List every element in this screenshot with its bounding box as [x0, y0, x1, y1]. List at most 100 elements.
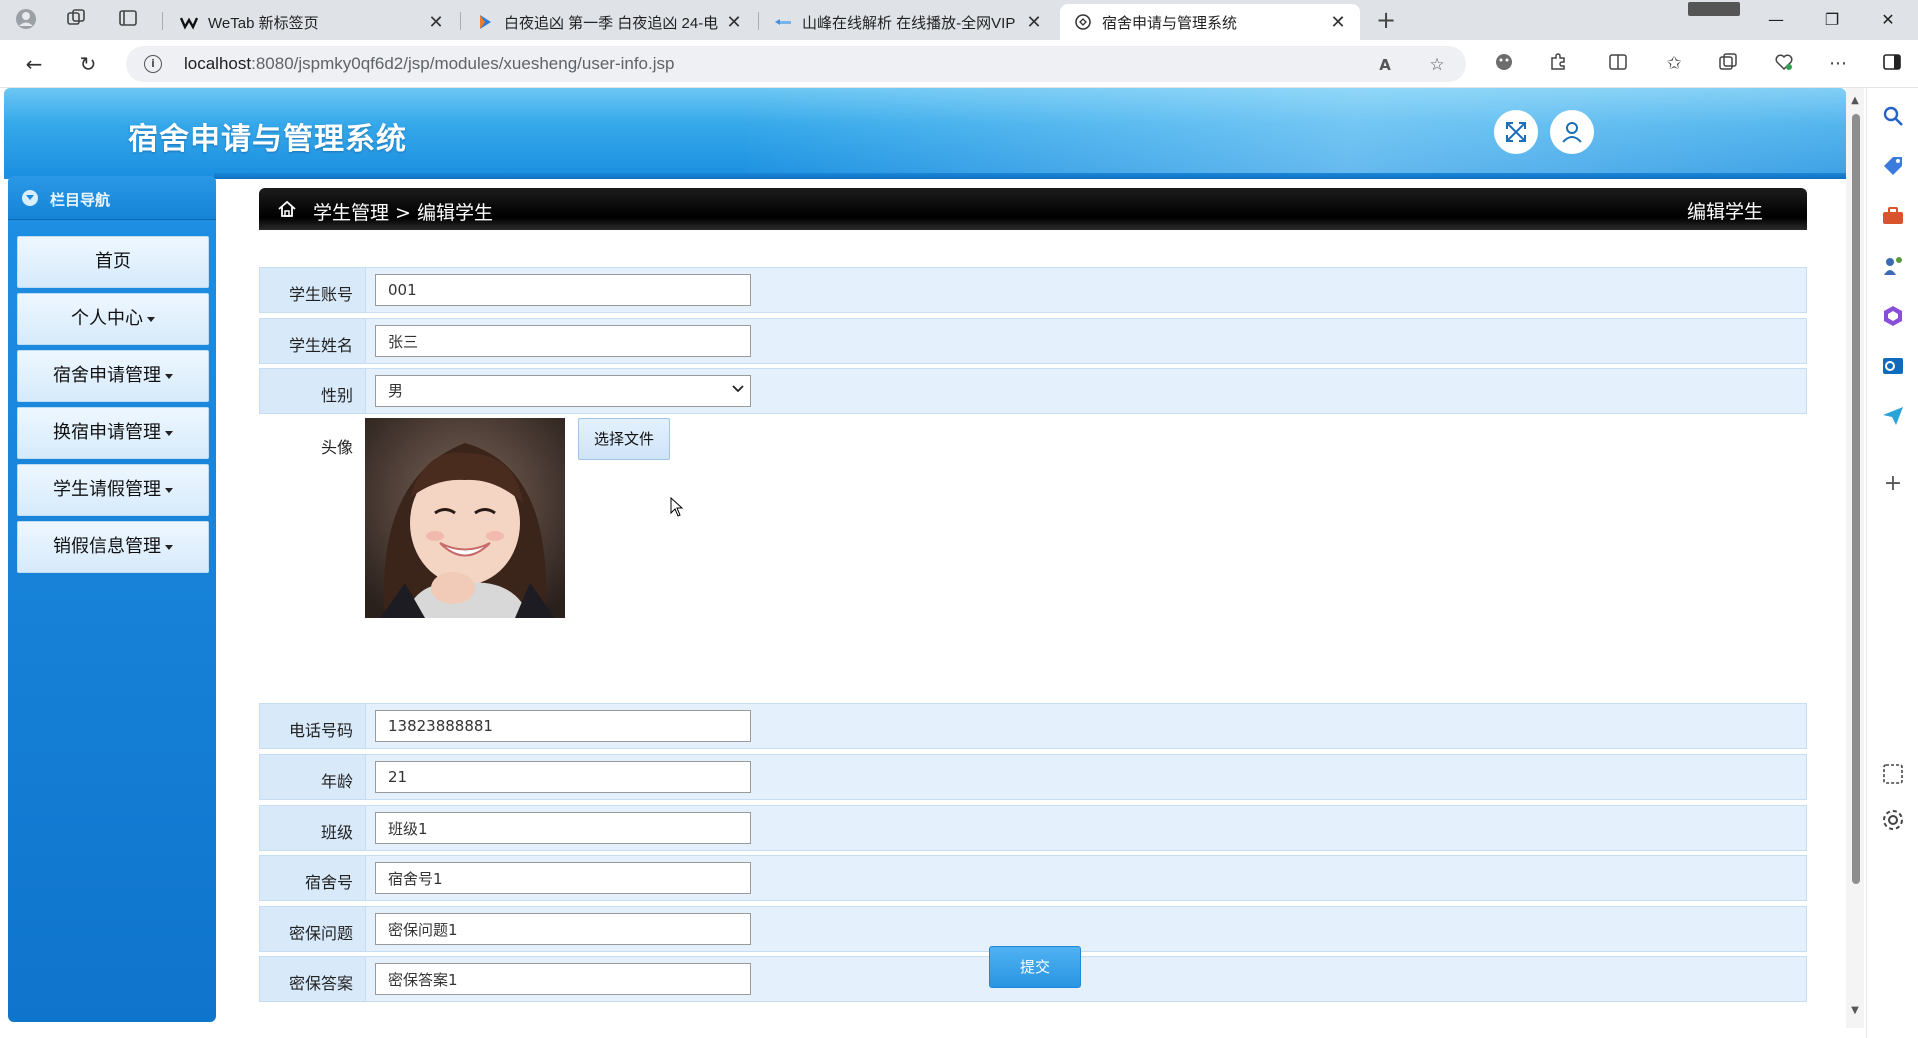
field-label: 学生姓名	[288, 336, 353, 355]
field-label: 密保问题	[288, 924, 353, 943]
tab-video[interactable]: 白夜追凶 第一季 白夜追凶 24-电 ✕	[462, 4, 756, 40]
age-input[interactable]	[375, 761, 751, 793]
submit-button[interactable]: 提交	[989, 946, 1081, 988]
user-profile-button[interactable]	[1550, 110, 1594, 154]
send-icon[interactable]	[1881, 404, 1905, 428]
extensions-puzzle-icon[interactable]	[1546, 52, 1570, 76]
class-input[interactable]	[375, 812, 751, 844]
app-title: 宿舍申请与管理系统	[128, 122, 407, 157]
tab-actions-icon[interactable]	[116, 8, 140, 32]
page-favicon-icon	[1075, 14, 1091, 30]
site-info-icon[interactable]: i	[144, 55, 162, 73]
shopping-tag-icon[interactable]	[1881, 154, 1905, 178]
chevron-down-icon	[732, 385, 744, 393]
split-screen-icon[interactable]	[1606, 52, 1630, 76]
back-icon[interactable]: ←	[22, 52, 46, 76]
form-row-age: 年龄	[259, 754, 1807, 800]
gender-select[interactable]: 男	[375, 375, 751, 407]
close-icon[interactable]: ✕	[1330, 12, 1346, 33]
phone-input[interactable]	[375, 710, 751, 742]
url-host: localhost	[184, 54, 252, 73]
sidebar-item-home[interactable]: 首页	[17, 236, 209, 288]
security-question-input[interactable]	[375, 913, 751, 945]
menu-label: 销假信息管理	[53, 536, 161, 557]
scroll-up-icon[interactable]: ▲	[1850, 96, 1860, 106]
games-icon[interactable]	[1881, 254, 1905, 278]
mouse-cursor-icon	[670, 497, 684, 517]
tab-title: WeTab 新标签页	[208, 14, 319, 32]
caret-down-icon	[165, 373, 173, 379]
url-text[interactable]: localhost:8080/jspmky0qf6d2/jsp/modules/…	[184, 54, 674, 74]
tab-title: 山峰在线解析 在线播放-全网VIP	[802, 14, 1016, 32]
choose-file-button[interactable]: 选择文件	[578, 418, 670, 460]
extension-icon[interactable]	[1492, 52, 1516, 76]
menu-label: 个人中心	[71, 308, 143, 329]
page-scrollbar[interactable]: ▲ ▼	[1846, 88, 1864, 1028]
scroll-down-icon[interactable]: ▼	[1850, 1006, 1860, 1016]
tab-title: 宿舍申请与管理系统	[1102, 14, 1238, 32]
name-input[interactable]	[375, 325, 751, 357]
tab-wetab[interactable]: WeTab 新标签页 ✕	[166, 4, 458, 40]
reload-icon[interactable]: ↻	[76, 52, 100, 76]
sidebar-item-leave-cancel[interactable]: 销假信息管理	[17, 521, 209, 573]
browser-essentials-icon[interactable]	[1772, 52, 1796, 76]
search-icon[interactable]	[1881, 104, 1905, 128]
tools-icon[interactable]	[1881, 204, 1905, 228]
window-close-icon[interactable]: ✕	[1860, 0, 1916, 40]
minimize-icon[interactable]: —	[1748, 0, 1804, 40]
dorm-input[interactable]	[375, 862, 751, 894]
more-menu-icon[interactable]: ⋯	[1826, 52, 1850, 76]
user-icon	[1562, 122, 1582, 143]
microsoft-365-icon[interactable]	[1881, 304, 1905, 328]
add-icon[interactable]: +	[1881, 472, 1905, 496]
field-label: 年龄	[320, 772, 353, 791]
collections-icon[interactable]	[1716, 52, 1740, 76]
security-answer-input[interactable]	[375, 963, 751, 995]
restore-icon[interactable]: ❐	[1804, 0, 1860, 40]
avatar	[365, 418, 565, 618]
profile-icon[interactable]	[14, 8, 38, 32]
outlook-icon[interactable]	[1881, 354, 1905, 378]
read-aloud-icon[interactable]: A	[1374, 54, 1396, 76]
favorite-star-icon[interactable]: ☆	[1426, 54, 1448, 76]
sidebar-item-dorm-change[interactable]: 换宿申请管理	[17, 407, 209, 459]
expand-icon	[1506, 122, 1526, 142]
browser-tab-bar: WeTab 新标签页 ✕ 白夜追凶 第一季 白夜追凶 24-电 ✕ 山峰在线解析…	[0, 0, 1918, 40]
close-icon[interactable]: ✕	[428, 12, 444, 33]
avatar-photo	[365, 418, 565, 618]
form-row-class: 班级	[259, 805, 1807, 851]
sidebar-toggle-icon[interactable]	[1880, 52, 1904, 76]
edge-sidebar: +	[1866, 88, 1918, 1038]
sidebar-item-personal-center[interactable]: 个人中心	[17, 293, 209, 345]
tab-dorm-system[interactable]: 宿舍申请与管理系统 ✕	[1060, 4, 1360, 40]
close-icon[interactable]: ✕	[1026, 12, 1042, 33]
breadcrumb-path: 学生管理 > 编辑学生	[313, 202, 493, 224]
close-icon[interactable]: ✕	[726, 12, 742, 33]
window-thumbnail	[1688, 2, 1740, 16]
favorites-icon[interactable]: ✩	[1662, 52, 1686, 76]
url-path: :8080/jspmky0qf6d2/jsp/modules/xuesheng/…	[251, 54, 675, 73]
form-row-dorm: 宿舍号	[259, 855, 1807, 901]
home-icon[interactable]	[277, 199, 297, 219]
wetab-favicon-icon	[180, 17, 198, 30]
account-input[interactable]	[375, 274, 751, 306]
address-bar[interactable]: i localhost:8080/jspmky0qf6d2/jsp/module…	[126, 46, 1466, 82]
field-label: 学生账号	[288, 285, 353, 304]
screenshot-icon[interactable]	[1881, 762, 1905, 786]
sidebar-item-leave[interactable]: 学生请假管理	[17, 464, 209, 516]
tab-parser[interactable]: 山峰在线解析 在线播放-全网VIP ✕	[760, 4, 1056, 40]
web-page: 宿舍申请与管理系统 栏目导航 首页 个人中心 宿舍申请管理 换宿申请管理 学生请…	[0, 88, 1846, 1028]
settings-gear-icon[interactable]	[1881, 808, 1905, 832]
breadcrumb: 学生管理 > 编辑学生 编辑学生	[259, 188, 1807, 230]
workspaces-icon[interactable]	[64, 8, 88, 32]
field-label: 班级	[320, 823, 353, 842]
sidebar-item-dorm-application[interactable]: 宿舍申请管理	[17, 350, 209, 402]
page-title: 编辑学生	[1686, 201, 1763, 223]
form-row-name: 学生姓名	[259, 318, 1807, 364]
collapse-icon[interactable]	[22, 190, 38, 206]
sidebar-title: 栏目导航	[50, 191, 111, 209]
fullscreen-button[interactable]	[1494, 110, 1538, 154]
scroll-thumb[interactable]	[1852, 114, 1860, 884]
caret-down-icon	[147, 316, 155, 322]
new-tab-icon[interactable]: +	[1374, 8, 1398, 32]
